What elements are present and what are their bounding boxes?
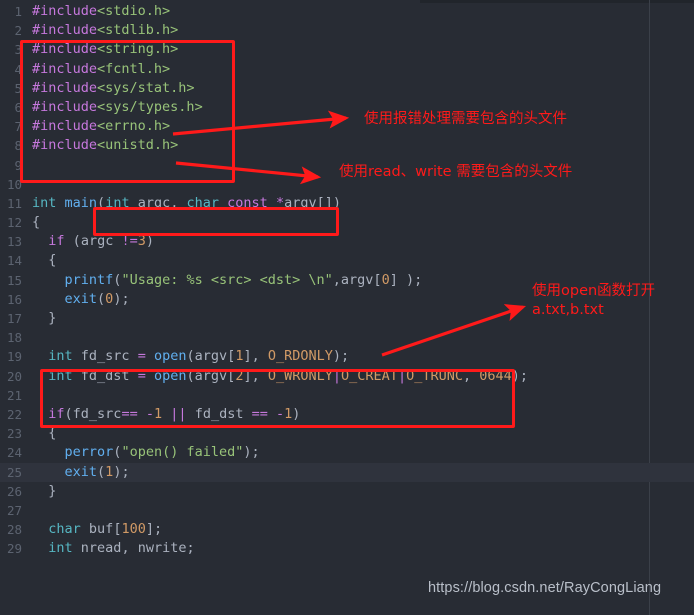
code-line[interactable]: 20 int fd_dst = open(argv[2], O_WRONLY|O… <box>0 367 694 386</box>
code-line[interactable]: 27 <box>0 501 694 520</box>
line-source: #include<string.h> <box>32 41 179 58</box>
line-number: 14 <box>6 253 22 269</box>
code-line[interactable]: 8 #include<unistd.h> <box>0 136 694 155</box>
line-number: 2 <box>14 23 22 39</box>
line-number: 28 <box>6 522 22 538</box>
line-number: 13 <box>6 234 22 250</box>
line-number: 17 <box>6 311 22 326</box>
line-number: 20 <box>6 368 22 384</box>
line-source: } <box>48 482 57 499</box>
code-line[interactable]: 6 #include<sys/types.h> <box>0 98 694 117</box>
code-line[interactable]: 26 } <box>0 482 694 501</box>
line-source: #include<stdio.h> <box>32 3 171 19</box>
line-number: 9 <box>14 157 22 173</box>
line-number: 27 <box>6 502 22 518</box>
line-source: } <box>48 310 57 326</box>
line-source: #include<stdlib.h> <box>32 22 179 39</box>
line-source: int fd_dst = open(argv[2], O_WRONLY|O_CR… <box>48 367 529 384</box>
code-line[interactable]: 18 <box>0 328 694 347</box>
line-source: { <box>48 425 57 442</box>
line-source: { <box>32 214 41 231</box>
code-line[interactable]: 24 perror("open() failed"); <box>0 443 694 462</box>
line-source: int main(int argc, char const *argv[]) <box>32 194 341 211</box>
line-number: 23 <box>6 426 22 442</box>
code-line-current[interactable]: 25 exit(1); <box>0 462 694 482</box>
line-number: 7 <box>14 119 22 135</box>
line-source: printf("Usage: %s <src> <dst> \n",argv[0… <box>64 271 423 288</box>
code-editor: 1 #include<stdio.h> 2 #include<stdlib.h> 3… <box>0 0 694 615</box>
line-number: 3 <box>14 42 22 58</box>
line-number: 8 <box>14 138 22 154</box>
line-number: 1 <box>14 4 22 19</box>
line-source: #include<fcntl.h> <box>32 60 171 77</box>
line-number: 29 <box>6 541 22 557</box>
line-source: perror("open() failed"); <box>64 444 260 461</box>
line-source: int nread, nwrite; <box>48 540 195 557</box>
line-number: 4 <box>14 61 22 77</box>
code-line[interactable]: 13 if (argc !=3) <box>0 232 694 251</box>
code-line[interactable]: 19 int fd_src = open(argv[1], O_RDONLY); <box>0 347 694 366</box>
line-source: if(fd_src== -1 || fd_dst == -1) <box>48 405 301 422</box>
code-line[interactable]: 17 } <box>0 309 694 328</box>
line-source: int fd_src = open(argv[1], O_RDONLY); <box>48 348 350 365</box>
code-line[interactable]: 29 int nread, nwrite; <box>0 539 694 558</box>
line-number: 11 <box>6 195 22 211</box>
code-line[interactable]: 16 exit(0); <box>0 290 694 309</box>
code-line[interactable]: 14 { <box>0 251 694 270</box>
line-number: 16 <box>6 291 22 307</box>
code-line[interactable]: 10 <box>0 175 694 194</box>
code-line[interactable]: 5 #include<sys/stat.h> <box>0 79 694 98</box>
line-source: #include<unistd.h> <box>32 137 179 154</box>
watermark-url: https://blog.csdn.net/RayCongLiang <box>428 580 662 596</box>
code-line[interactable]: 12 { <box>0 213 694 232</box>
code-line[interactable]: 3 #include<string.h> <box>0 40 694 59</box>
code-line[interactable]: 9 <box>0 156 694 175</box>
line-number: 6 <box>14 99 22 115</box>
line-number: 18 <box>6 330 22 346</box>
line-number: 10 <box>6 176 22 192</box>
code-line[interactable]: 23 { <box>0 424 694 443</box>
line-number: 12 <box>6 215 22 231</box>
code-line[interactable]: 21 <box>0 386 694 405</box>
line-number: 5 <box>14 80 22 96</box>
code-line[interactable]: 11 int main(int argc, char const *argv[]) <box>0 194 694 213</box>
line-source: { <box>48 252 57 269</box>
code-line[interactable]: 15 printf("Usage: %s <src> <dst> \n",arg… <box>0 271 694 290</box>
line-source: #include<sys/stat.h> <box>32 79 195 96</box>
code-line[interactable]: 28 char buf[100]; <box>0 520 694 539</box>
line-number: 15 <box>6 272 22 288</box>
line-number: 25 <box>6 464 22 480</box>
line-number: 24 <box>6 445 22 461</box>
code-line[interactable]: 7 #include<errno.h> <box>0 117 694 136</box>
code-line[interactable]: 4 #include<fcntl.h> <box>0 60 694 79</box>
line-source: char buf[100]; <box>48 521 163 538</box>
line-source: #include<sys/types.h> <box>32 98 203 115</box>
code-line[interactable]: 22 if(fd_src== -1 || fd_dst == -1) <box>0 405 694 424</box>
code-line[interactable]: 1 #include<stdio.h> <box>0 2 694 21</box>
line-source: #include<errno.h> <box>32 118 171 135</box>
line-source: exit(0); <box>64 290 130 307</box>
line-number: 26 <box>6 483 22 499</box>
line-number: 21 <box>6 387 22 403</box>
line-number: 22 <box>6 406 22 422</box>
line-source: exit(1); <box>64 463 130 480</box>
line-source: if (argc !=3) <box>48 233 155 250</box>
code-line[interactable]: 2 #include<stdlib.h> <box>0 21 694 40</box>
code-content[interactable]: 1 #include<stdio.h> 2 #include<stdlib.h> 3… <box>0 0 694 615</box>
line-number: 19 <box>6 349 22 365</box>
